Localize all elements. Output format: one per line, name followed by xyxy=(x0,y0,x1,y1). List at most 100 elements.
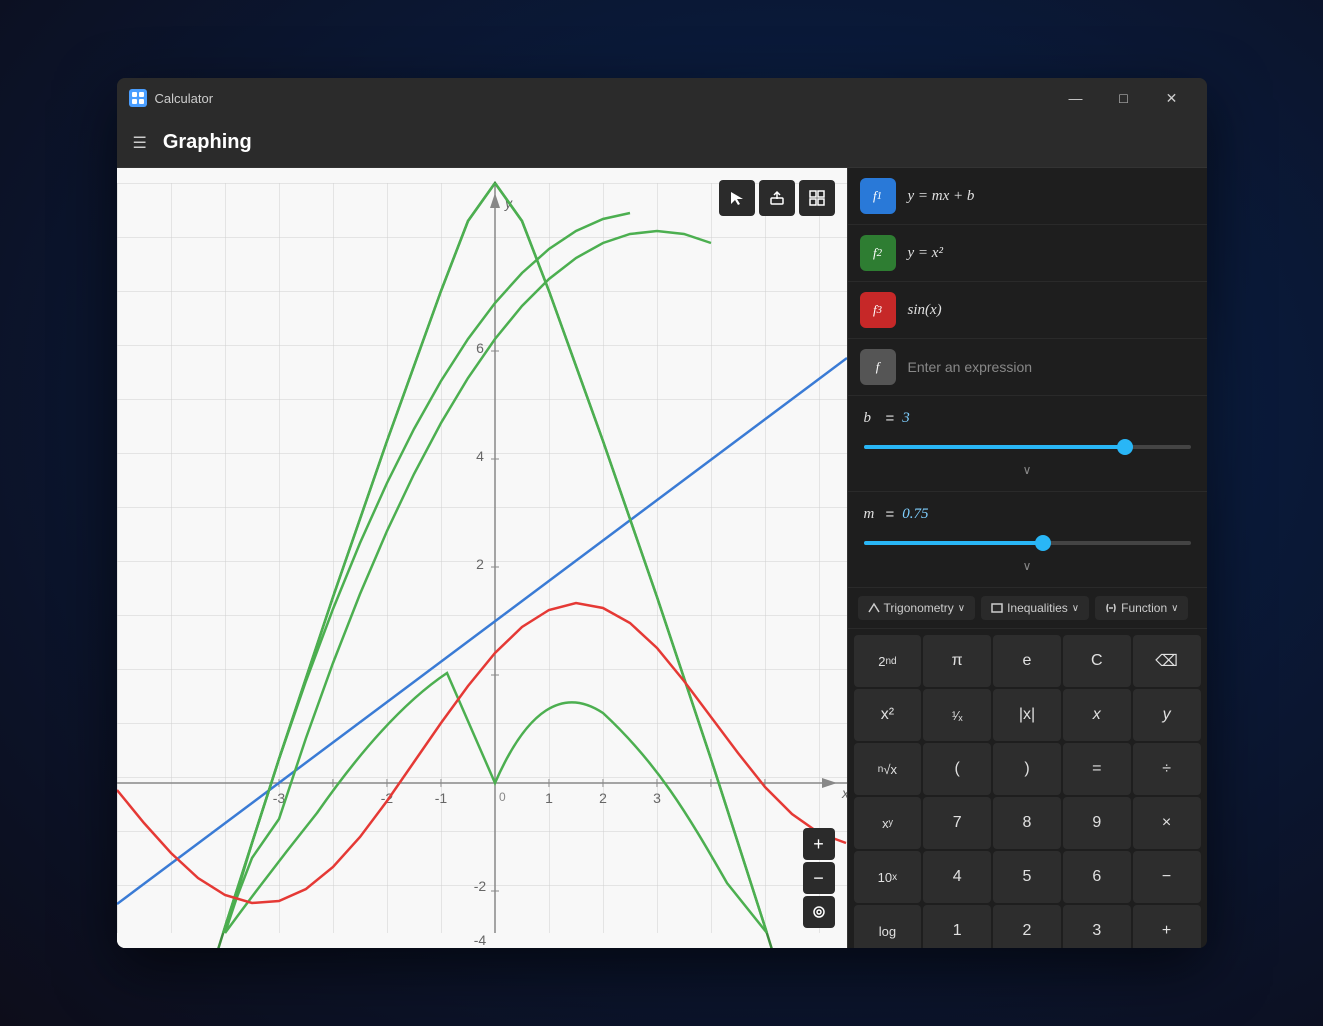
ineq-chevron: ∨ xyxy=(1072,603,1079,614)
main-content: 6 4 2 -2 -4 -2 -1 1 2 3 -3 xyxy=(117,168,1207,948)
key-8[interactable]: 8 xyxy=(993,797,1061,849)
key-x[interactable]: x xyxy=(1063,689,1131,741)
function-badge-4: f xyxy=(860,349,896,385)
function-item-3[interactable]: f3 sin(x) xyxy=(848,282,1207,339)
func-chevron: ∨ xyxy=(1171,603,1178,614)
window-title: Calculator xyxy=(155,91,214,106)
var-m-expand[interactable]: ∨ xyxy=(864,559,1191,573)
key-x-squared[interactable]: x² xyxy=(854,689,922,741)
variable-b-section: b = 3 ∨ xyxy=(848,396,1207,492)
var-m-name: m xyxy=(864,506,878,523)
key-plus[interactable]: + xyxy=(1133,905,1201,948)
function-item-2[interactable]: f2 y = x² xyxy=(848,225,1207,282)
key-log[interactable]: log xyxy=(854,905,922,948)
select-tool-button[interactable] xyxy=(719,180,755,216)
functions-list: f1 y = mx + b f2 y = x² f3 sin(x) xyxy=(848,168,1207,396)
slider-b[interactable] xyxy=(864,437,1191,457)
close-button[interactable]: ✕ xyxy=(1149,83,1195,113)
trigonometry-button[interactable]: Trigonometry ∨ xyxy=(858,596,976,620)
trig-chevron: ∨ xyxy=(958,603,965,614)
key-nth-root[interactable]: n√x xyxy=(854,743,922,795)
zoom-fit-button[interactable] xyxy=(803,896,835,928)
function-item-1[interactable]: f1 y = mx + b xyxy=(848,168,1207,225)
key-pi[interactable]: π xyxy=(923,635,991,687)
export-button[interactable] xyxy=(759,180,795,216)
function-expression-2: y = x² xyxy=(908,245,943,262)
svg-text:1: 1 xyxy=(545,790,553,806)
var-b-equals: = xyxy=(886,410,895,427)
function-button[interactable]: Function ∨ xyxy=(1095,596,1188,620)
key-2nd[interactable]: 2nd xyxy=(854,635,922,687)
toolbar-row: Trigonometry ∨ Inequalities ∨ Function ∨ xyxy=(848,588,1207,629)
function-item-4[interactable]: f Enter an expression xyxy=(848,339,1207,396)
right-panel: f1 y = mx + b f2 y = x² f3 sin(x) xyxy=(847,168,1207,948)
key-equals[interactable]: = xyxy=(1063,743,1131,795)
key-open-paren[interactable]: ( xyxy=(923,743,991,795)
zoom-in-button[interactable]: + xyxy=(803,828,835,860)
svg-text:-4: -4 xyxy=(473,932,486,948)
variable-b-row: b = 3 xyxy=(864,410,1191,427)
zoom-controls: + − xyxy=(803,828,835,928)
graph-controls xyxy=(719,180,835,216)
key-2[interactable]: 2 xyxy=(993,905,1061,948)
window-controls: — □ ✕ xyxy=(1053,83,1195,113)
svg-text:2: 2 xyxy=(599,790,607,806)
key-minus[interactable]: − xyxy=(1133,851,1201,903)
graph-svg: 6 4 2 -2 -4 -2 -1 1 2 3 -3 xyxy=(117,168,847,948)
svg-text:4: 4 xyxy=(476,448,484,464)
calculator-window: Calculator — □ ✕ ☰ Graphing xyxy=(117,78,1207,948)
calculator-section: Trigonometry ∨ Inequalities ∨ Function ∨ xyxy=(848,588,1207,948)
key-reciprocal[interactable]: ¹⁄ₓ xyxy=(923,689,991,741)
var-m-value: 0.75 xyxy=(902,506,928,523)
key-x-to-y[interactable]: xʸ xyxy=(854,797,922,849)
var-b-name: b xyxy=(864,410,878,427)
key-multiply[interactable]: × xyxy=(1133,797,1201,849)
slider-b-thumb[interactable] xyxy=(1117,439,1133,455)
app-header: ☰ Graphing xyxy=(117,118,1207,168)
key-close-paren[interactable]: ) xyxy=(993,743,1061,795)
key-7[interactable]: 7 xyxy=(923,797,991,849)
key-y[interactable]: y xyxy=(1133,689,1201,741)
maximize-button[interactable]: □ xyxy=(1101,83,1147,113)
key-6[interactable]: 6 xyxy=(1063,851,1131,903)
key-5[interactable]: 5 xyxy=(993,851,1061,903)
graph-area: 6 4 2 -2 -4 -2 -1 1 2 3 -3 xyxy=(117,168,847,948)
app-title: Graphing xyxy=(163,131,252,154)
key-e[interactable]: e xyxy=(993,635,1061,687)
svg-text:2: 2 xyxy=(476,556,484,572)
function-badge-2: f2 xyxy=(860,235,896,271)
svg-text:-1: -1 xyxy=(434,790,447,806)
svg-text:x: x xyxy=(841,785,847,801)
key-4[interactable]: 4 xyxy=(923,851,991,903)
function-expression-3: sin(x) xyxy=(908,302,942,319)
variable-m-row: m = 0.75 xyxy=(864,506,1191,523)
svg-text:0: 0 xyxy=(499,790,506,804)
keypad: 2nd π e C ⌫ x² ¹⁄ₓ |x| x y n√x ( ) = xyxy=(848,629,1207,948)
key-1[interactable]: 1 xyxy=(923,905,991,948)
axes-button[interactable] xyxy=(799,180,835,216)
function-expression-1: y = mx + b xyxy=(908,188,975,205)
svg-text:3: 3 xyxy=(653,790,661,806)
zoom-out-button[interactable]: − xyxy=(803,862,835,894)
var-m-equals: = xyxy=(886,506,895,523)
inequalities-button[interactable]: Inequalities ∨ xyxy=(981,596,1089,620)
key-backspace[interactable]: ⌫ xyxy=(1133,635,1201,687)
function-placeholder: Enter an expression xyxy=(908,359,1033,375)
titlebar: Calculator — □ ✕ xyxy=(117,78,1207,118)
key-abs[interactable]: |x| xyxy=(993,689,1061,741)
svg-text:-2: -2 xyxy=(473,878,486,894)
var-b-expand[interactable]: ∨ xyxy=(864,463,1191,477)
key-divide[interactable]: ÷ xyxy=(1133,743,1201,795)
menu-icon[interactable]: ☰ xyxy=(133,133,147,153)
key-10-to-x[interactable]: 10x xyxy=(854,851,922,903)
key-clear[interactable]: C xyxy=(1063,635,1131,687)
minimize-button[interactable]: — xyxy=(1053,83,1099,113)
svg-text:6: 6 xyxy=(476,340,484,356)
function-badge-1: f1 xyxy=(860,178,896,214)
function-badge-3: f3 xyxy=(860,292,896,328)
key-9[interactable]: 9 xyxy=(1063,797,1131,849)
app-icon xyxy=(129,89,147,107)
key-3[interactable]: 3 xyxy=(1063,905,1131,948)
slider-m-thumb[interactable] xyxy=(1035,535,1051,551)
slider-m[interactable] xyxy=(864,533,1191,553)
